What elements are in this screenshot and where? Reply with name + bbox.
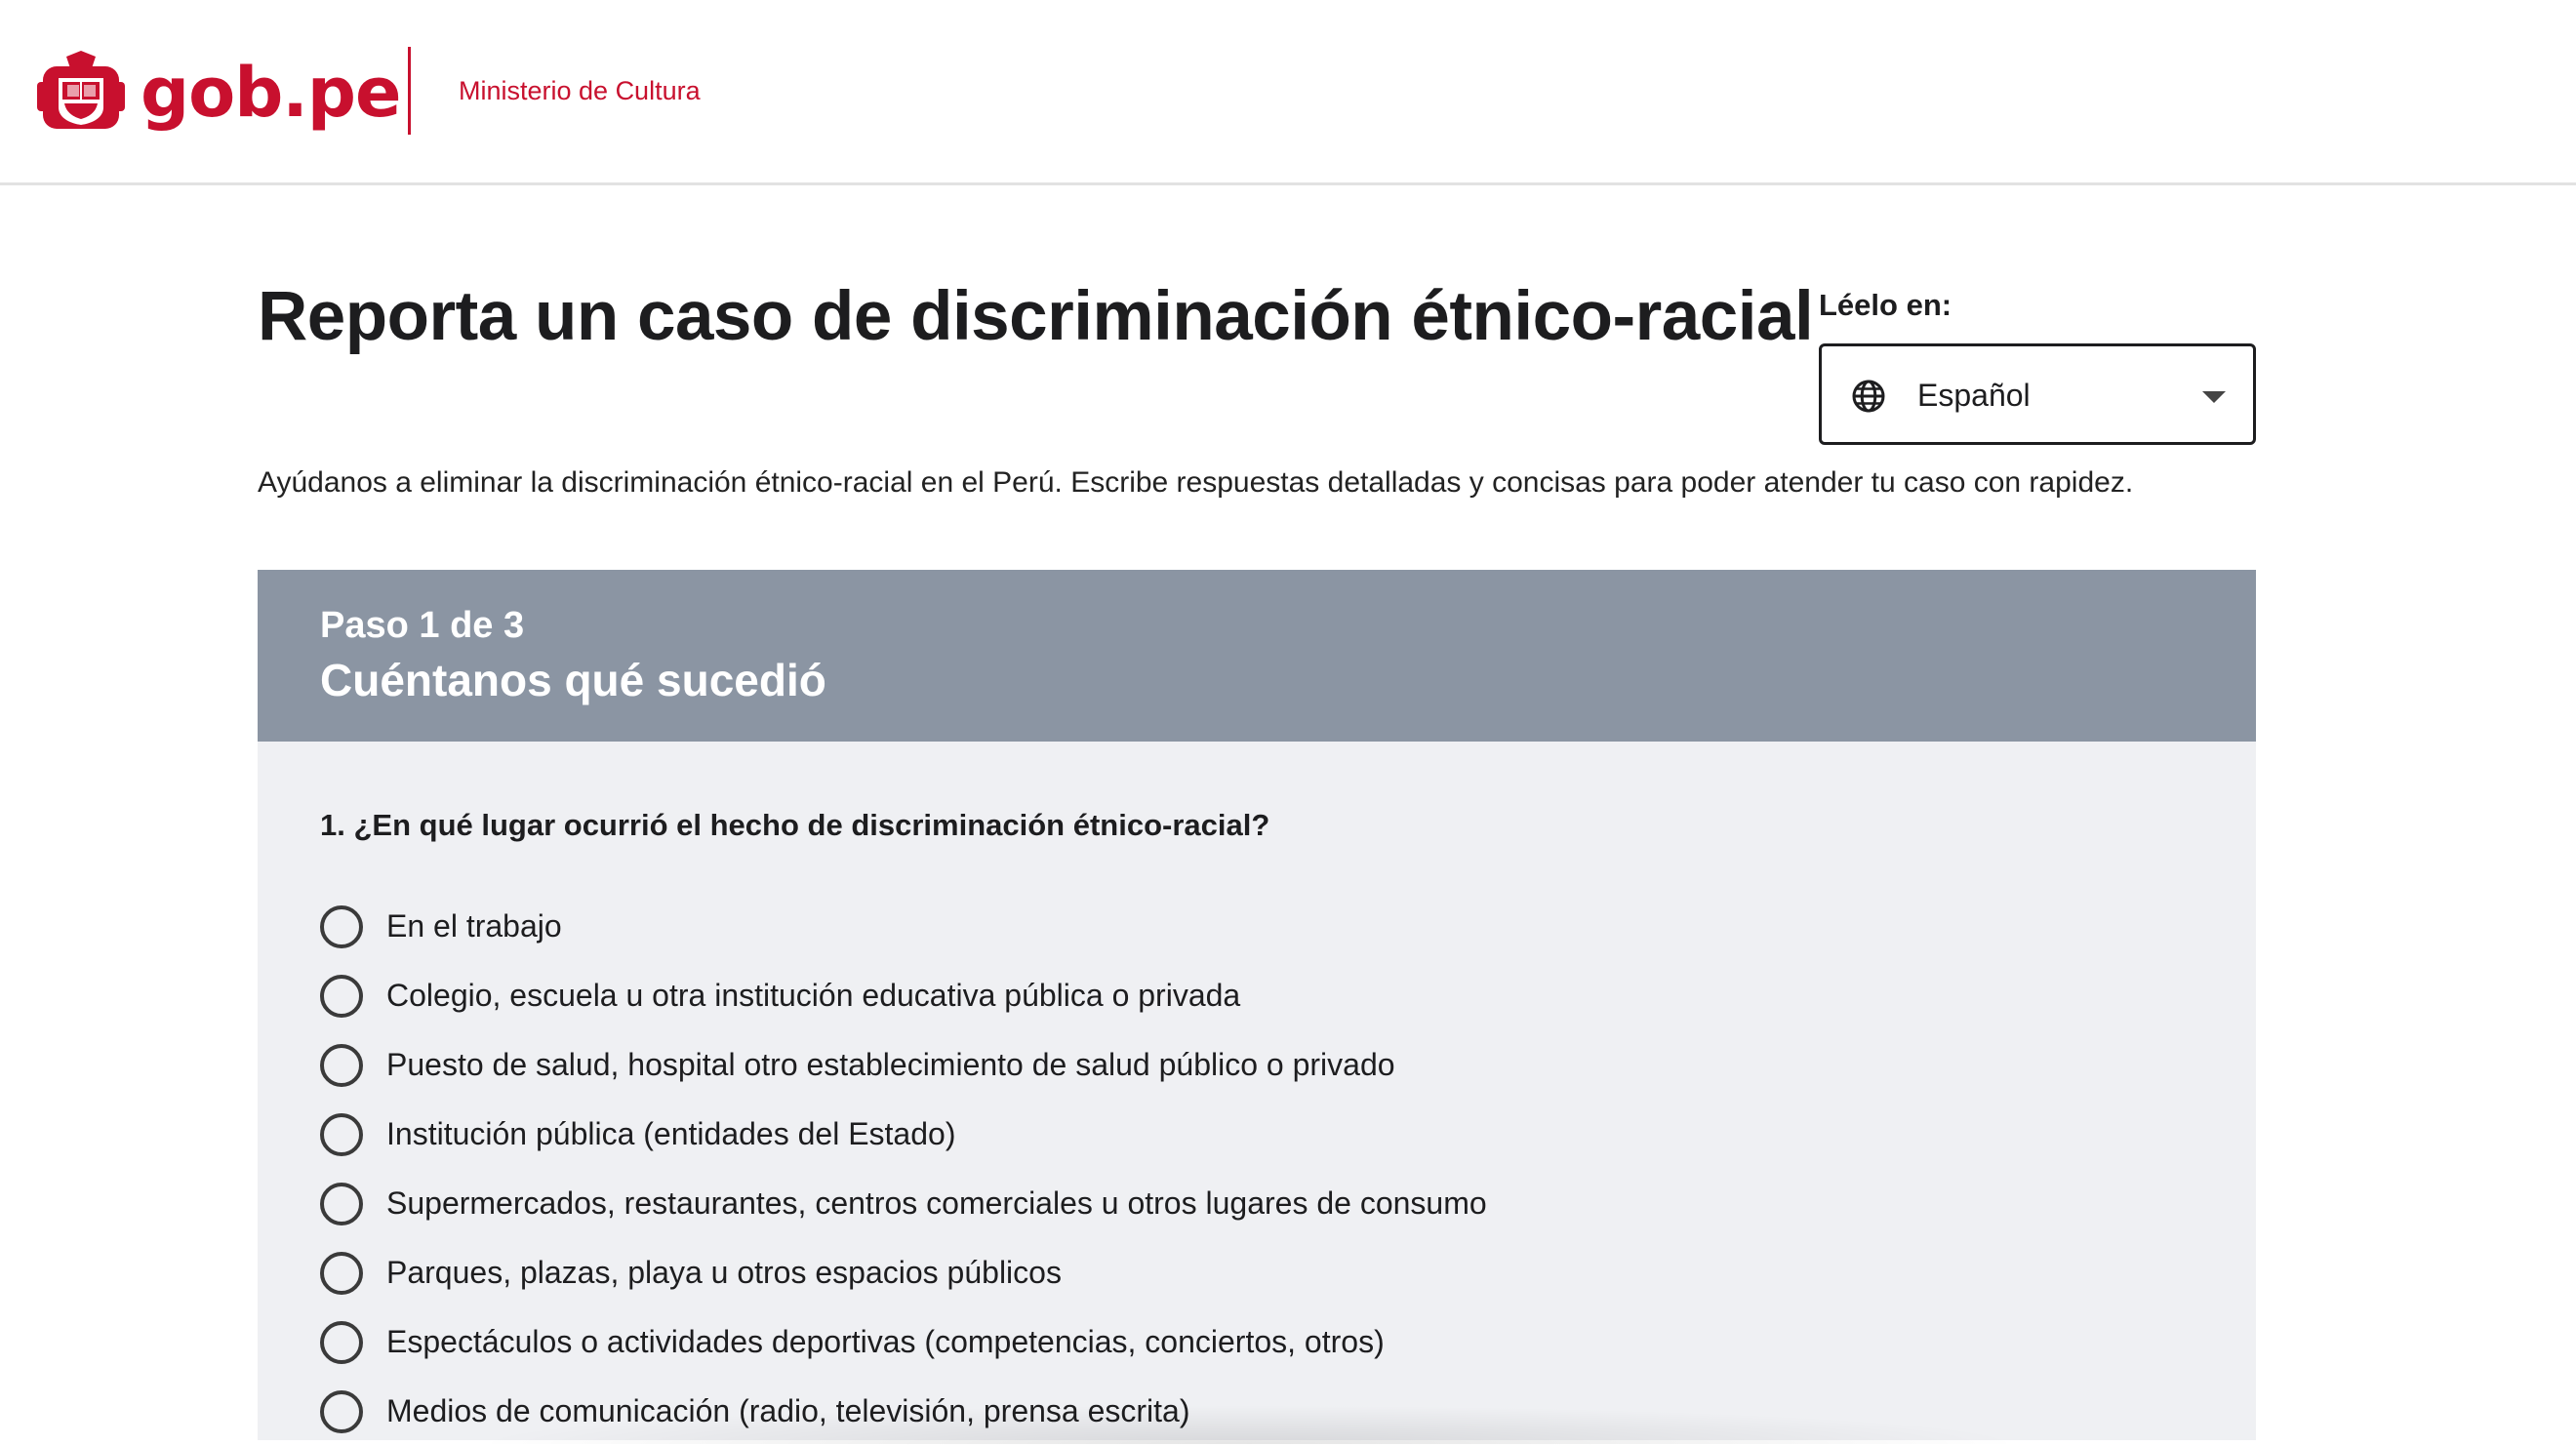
radio-option-label: Medios de comunicación (radio, televisió…	[386, 1393, 1190, 1428]
radio-button[interactable]	[320, 1320, 363, 1364]
chevron-down-icon	[2202, 391, 2226, 403]
ministry-name[interactable]: Ministerio de Cultura	[459, 76, 701, 106]
radio-option-label: Colegio, escuela u otra institución educ…	[386, 978, 1241, 1013]
logo-wordmark: gob.pe	[141, 53, 401, 133]
radio-button[interactable]	[320, 1251, 363, 1295]
page-title: Reporta un caso de discriminación étnico…	[258, 278, 1814, 355]
radio-option-label: Espectáculos o actividades deportivas (c…	[386, 1324, 1385, 1359]
radio-button[interactable]	[320, 904, 363, 948]
language-label: Léelo en:	[1819, 288, 1952, 322]
radio-option-label: Puesto de salud, hospital otro estableci…	[386, 1047, 1395, 1082]
radio-option-label: Parques, plazas, playa u otros espacios …	[386, 1255, 1062, 1290]
intro-text: Ayúdanos a eliminar la discriminación ét…	[258, 466, 2134, 499]
radio-option-label: Supermercados, restaurantes, centros com…	[386, 1185, 1487, 1221]
gobpe-logo[interactable]: gob.pe	[37, 49, 401, 137]
question-1-text: 1. ¿En qué lugar ocurrió el hecho de dis…	[320, 808, 1270, 842]
radio-button[interactable]	[320, 1112, 363, 1156]
radio-button[interactable]	[320, 974, 363, 1018]
radio-option-trabajo[interactable]: En el trabajo	[320, 892, 1487, 961]
radio-option-salud[interactable]: Puesto de salud, hospital otro estableci…	[320, 1030, 1487, 1100]
radio-button[interactable]	[320, 1182, 363, 1225]
step-counter: Paso 1 de 3	[320, 605, 525, 646]
radio-option-label: Institución pública (entidades del Estad…	[386, 1116, 956, 1151]
brand-divider	[408, 47, 411, 135]
radio-option-medios[interactable]: Medios de comunicación (radio, televisió…	[320, 1377, 1487, 1446]
step-card: Paso 1 de 3 Cuéntanos qué sucedió 1. ¿En…	[258, 570, 2256, 1440]
radio-button[interactable]	[320, 1043, 363, 1087]
question-1-options: En el trabajo Colegio, escuela u otra in…	[320, 892, 1487, 1446]
radio-option-espacios-publicos[interactable]: Parques, plazas, playa u otros espacios …	[320, 1238, 1487, 1307]
site-header: gob.pe Ministerio de Cultura	[0, 0, 2576, 185]
radio-option-label: En el trabajo	[386, 908, 562, 944]
radio-option-colegio[interactable]: Colegio, escuela u otra institución educ…	[320, 961, 1487, 1030]
step-title: Cuéntanos qué sucedió	[320, 655, 826, 705]
radio-button[interactable]	[320, 1389, 363, 1433]
radio-option-supermercados[interactable]: Supermercados, restaurantes, centros com…	[320, 1169, 1487, 1238]
peru-coat-of-arms-icon	[37, 51, 125, 129]
radio-option-institucion-publica[interactable]: Institución pública (entidades del Estad…	[320, 1100, 1487, 1169]
language-select[interactable]: Español	[1819, 343, 2256, 445]
globe-icon	[1852, 380, 1885, 413]
language-selected-value: Español	[1917, 378, 2031, 413]
step-header: Paso 1 de 3 Cuéntanos qué sucedió	[258, 570, 2256, 742]
radio-option-espectaculos[interactable]: Espectáculos o actividades deportivas (c…	[320, 1307, 1487, 1377]
